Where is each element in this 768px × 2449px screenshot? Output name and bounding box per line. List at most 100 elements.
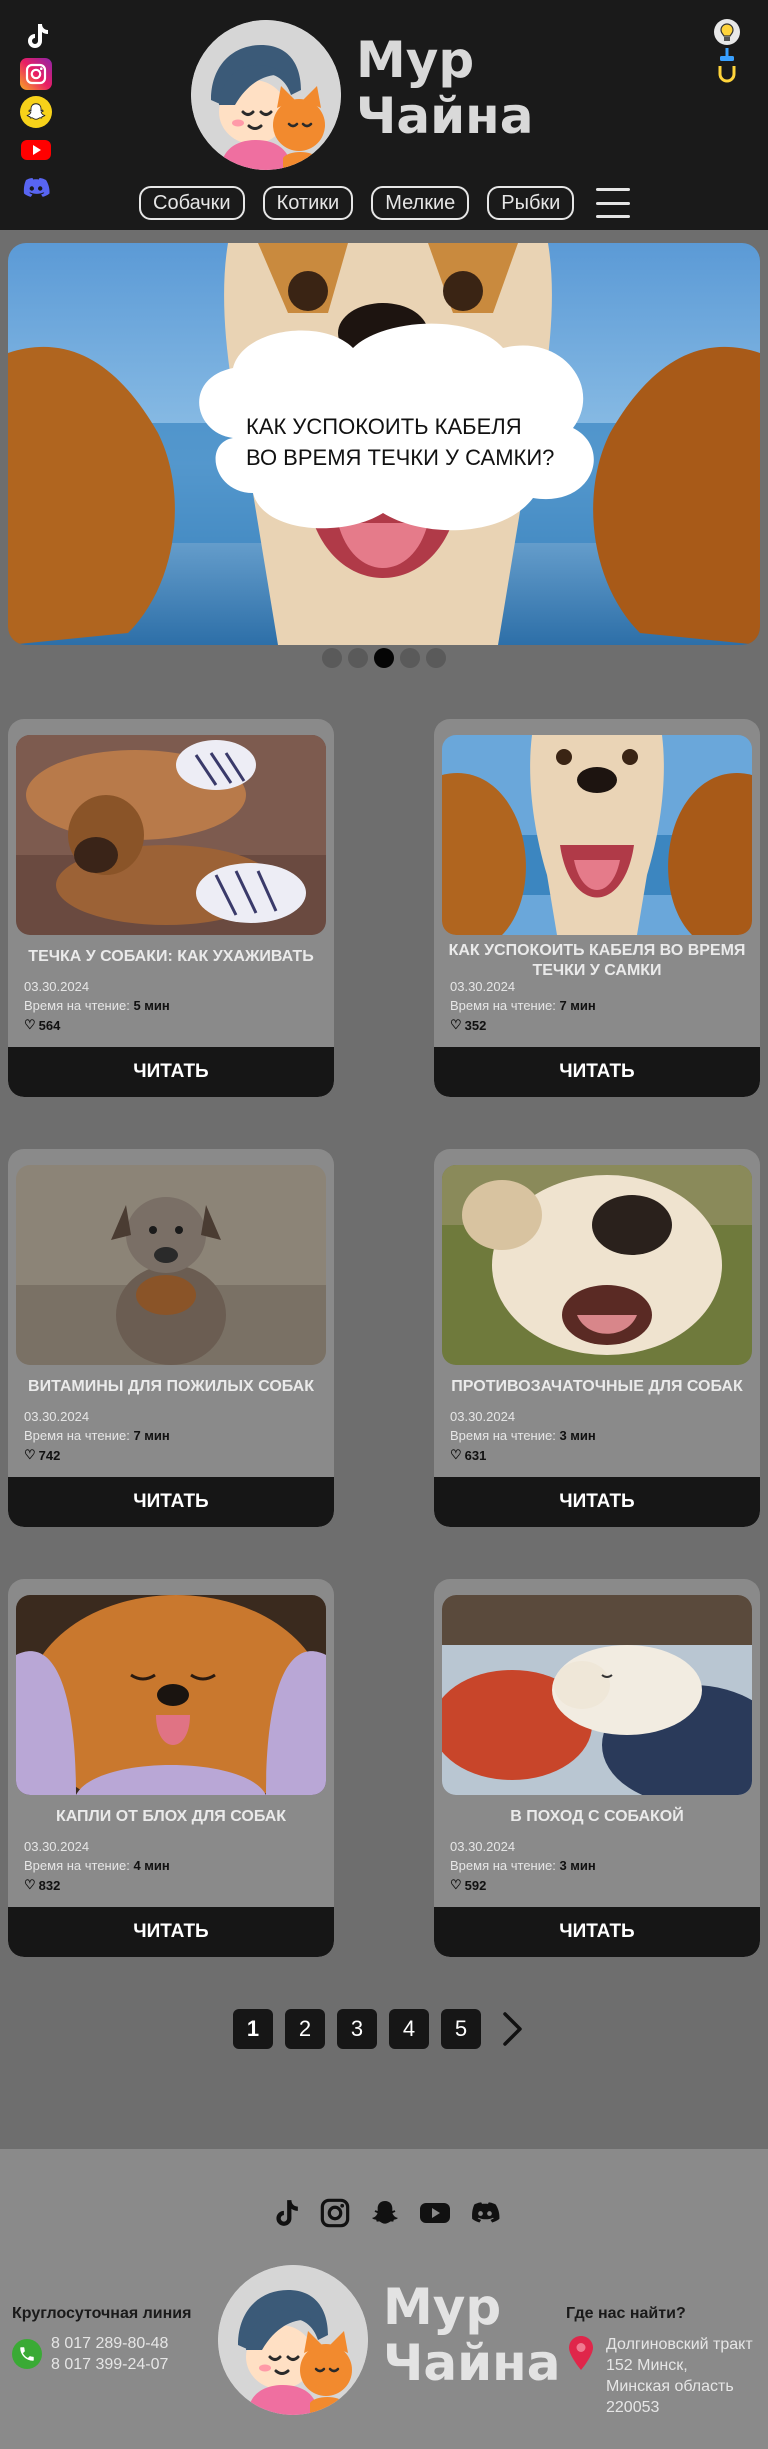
article-photo[interactable] <box>442 735 752 935</box>
phone-number-1[interactable]: 8 017 289-80-48 <box>51 2335 168 2353</box>
article-likes[interactable]: ♡ 832 <box>24 1877 60 1893</box>
youtube-icon[interactable] <box>418 2196 452 2230</box>
nav-item-fish[interactable]: Рыбки <box>487 186 575 220</box>
article-likes[interactable]: ♡ 742 <box>24 1447 60 1463</box>
tiktok-icon[interactable] <box>20 20 52 52</box>
article-photo[interactable] <box>442 1165 752 1365</box>
page-button-1[interactable]: 1 <box>233 2009 273 2049</box>
read-button[interactable]: ЧИТАТЬ <box>8 1477 334 1527</box>
read-time-value: 4 мин <box>133 1858 170 1873</box>
hero-caption[interactable]: КАК УСПОКОИТЬ КАБЕЛЯ ВО ВРЕМЯ ТЕЧКИ У СА… <box>246 411 586 473</box>
logo-text: Мур Чайна <box>356 32 533 144</box>
main-nav: Собачки Котики Мелкие Рыбки <box>139 186 631 220</box>
page-button-2[interactable]: 2 <box>285 2009 325 2049</box>
heart-icon: ♡ <box>24 1017 36 1032</box>
likes-count: 564 <box>38 1017 61 1033</box>
slider-dot-3[interactable] <box>374 648 394 668</box>
logo-line-2: Чайна <box>383 2334 561 2392</box>
likes-count: 832 <box>38 1877 61 1893</box>
article-date: 03.30.2024 <box>450 979 516 994</box>
read-time-label: Время на чтение: <box>24 998 130 1013</box>
nav-item-small[interactable]: Мелкие <box>371 186 470 220</box>
heart-icon: ♡ <box>450 1447 462 1462</box>
address-text[interactable]: Долгиновский тракт 152 Минск, Минская об… <box>606 2334 756 2418</box>
site-header: Мур Чайна Собачки Котики Мелкие Рыбки <box>0 0 768 230</box>
article-photo[interactable] <box>16 1595 326 1795</box>
nav-item-dogs[interactable]: Собачки <box>139 186 245 220</box>
snapchat-icon[interactable] <box>368 2196 402 2230</box>
logo-line-1: Мур <box>383 2278 502 2336</box>
article-read-time: Время на чтение: 3 мин <box>450 1428 596 1443</box>
article-date: 03.30.2024 <box>24 1409 90 1424</box>
article-read-time: Время на чтение: 4 мин <box>24 1858 170 1873</box>
page-button-4[interactable]: 4 <box>389 2009 429 2049</box>
article-title[interactable]: В ПОХОД С СОБАКОЙ <box>442 1807 752 1827</box>
footer-social-links <box>268 2196 502 2230</box>
read-time-label: Время на чтение: <box>450 1428 556 1443</box>
article-read-time: Время на чтение: 5 мин <box>24 998 170 1013</box>
read-button[interactable]: ЧИТАТЬ <box>8 1907 334 1957</box>
youtube-icon[interactable] <box>20 134 52 166</box>
discord-icon[interactable] <box>20 172 52 204</box>
article-read-time: Время на чтение: 7 мин <box>450 998 596 1013</box>
article-date: 03.30.2024 <box>450 1839 516 1854</box>
pagination: 1 2 3 4 5 <box>233 2009 533 2049</box>
tiktok-icon[interactable] <box>268 2196 302 2230</box>
heart-icon: ♡ <box>450 1017 462 1032</box>
read-time-label: Время на чтение: <box>450 998 556 1013</box>
article-likes[interactable]: ♡ 564 <box>24 1017 60 1033</box>
slider-dot-4[interactable] <box>400 648 420 668</box>
read-time-value: 5 мин <box>133 998 170 1013</box>
article-title[interactable]: ТЕЧКА У СОБАКИ: КАК УХАЖИВАТЬ <box>16 947 326 967</box>
phone-icon <box>12 2339 42 2369</box>
article-photo[interactable] <box>442 1595 752 1795</box>
theme-toggle-lightbulb-icon[interactable] <box>712 18 742 86</box>
article-read-time: Время на чтение: 7 мин <box>24 1428 170 1443</box>
read-time-label: Время на чтение: <box>24 1428 130 1443</box>
footer-logo[interactable]: Мур Чайна <box>218 2265 560 2415</box>
article-card: КАК УСПОКОИТЬ КАБЕЛЯ ВО ВРЕМЯ ТЕЧКИ У СА… <box>434 719 760 1097</box>
article-likes[interactable]: ♡ 631 <box>450 1447 486 1463</box>
read-button[interactable]: ЧИТАТЬ <box>434 1907 760 1957</box>
article-date: 03.30.2024 <box>24 1839 90 1854</box>
site-footer: Круглосуточная линия 8 017 289-80-48 8 0… <box>0 2149 768 2449</box>
article-title[interactable]: КАПЛИ ОТ БЛОХ ДЛЯ СОБАК <box>16 1807 326 1827</box>
article-likes[interactable]: ♡ 592 <box>450 1877 486 1893</box>
instagram-icon[interactable] <box>318 2196 352 2230</box>
article-photo[interactable] <box>16 1165 326 1365</box>
article-title[interactable]: КАК УСПОКОИТЬ КАБЕЛЯ ВО ВРЕМЯ ТЕЧКИ У СА… <box>442 941 752 981</box>
address-heading: Где нас найти? <box>566 2305 686 2322</box>
page-button-3[interactable]: 3 <box>337 2009 377 2049</box>
phone-number-2[interactable]: 8 017 399-24-07 <box>51 2356 168 2374</box>
article-card: ВИТАМИНЫ ДЛЯ ПОЖИЛЫХ СОБАК 03.30.2024 Вр… <box>8 1149 334 1527</box>
article-date: 03.30.2024 <box>450 1409 516 1424</box>
read-button[interactable]: ЧИТАТЬ <box>434 1477 760 1527</box>
page-button-5[interactable]: 5 <box>441 2009 481 2049</box>
slider-dot-1[interactable] <box>322 648 342 668</box>
logo-text: Мур Чайна <box>383 2279 560 2391</box>
instagram-icon[interactable] <box>20 58 52 90</box>
read-button[interactable]: ЧИТАТЬ <box>8 1047 334 1097</box>
slider-dot-5[interactable] <box>426 648 446 668</box>
chevron-right-icon[interactable] <box>493 2009 533 2049</box>
heart-icon: ♡ <box>450 1877 462 1892</box>
article-title[interactable]: ПРОТИВОЗАЧАТОЧНЫЕ ДЛЯ СОБАК <box>442 1377 752 1397</box>
slider-dot-2[interactable] <box>348 648 368 668</box>
article-title[interactable]: ВИТАМИНЫ ДЛЯ ПОЖИЛЫХ СОБАК <box>16 1377 326 1397</box>
discord-icon[interactable] <box>468 2196 502 2230</box>
snapchat-icon[interactable] <box>20 96 52 128</box>
nav-item-cats[interactable]: Котики <box>262 186 354 220</box>
menu-burger-icon[interactable] <box>596 188 631 218</box>
site-logo[interactable]: Мур Чайна <box>191 20 533 170</box>
article-photo[interactable] <box>16 735 326 935</box>
article-likes[interactable]: ♡ 352 <box>450 1017 486 1033</box>
likes-count: 592 <box>464 1877 487 1893</box>
likes-count: 352 <box>464 1017 487 1033</box>
likes-count: 631 <box>464 1447 487 1463</box>
hero-caption-line-1: КАК УСПОКОИТЬ КАБЕЛЯ <box>246 414 522 439</box>
read-button[interactable]: ЧИТАТЬ <box>434 1047 760 1097</box>
hero-slider[interactable]: КАК УСПОКОИТЬ КАБЕЛЯ ВО ВРЕМЯ ТЕЧКИ У СА… <box>8 243 760 645</box>
logo-line-1: Мур <box>356 31 475 89</box>
heart-icon: ♡ <box>24 1447 36 1462</box>
read-time-value: 3 мин <box>559 1858 596 1873</box>
